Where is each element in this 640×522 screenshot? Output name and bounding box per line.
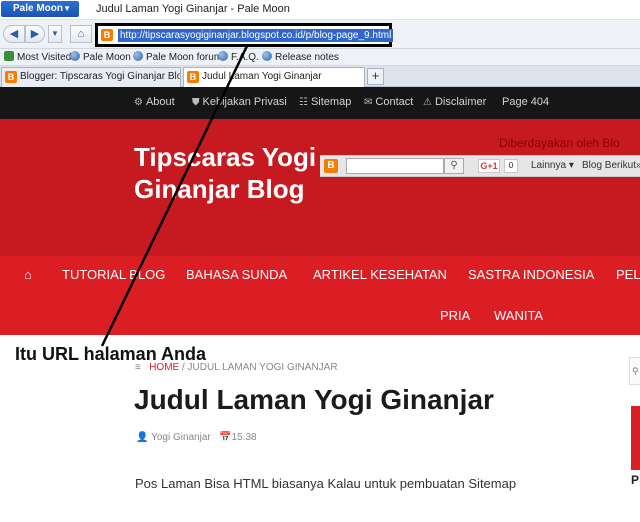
tab-judul-laman[interactable]: B Judul Laman Yogi Ginanjar <box>183 67 365 87</box>
gplus-button[interactable]: G+1 <box>478 159 500 173</box>
topnav-page404[interactable]: Page 404 <box>502 96 549 108</box>
dropdown-arrow-icon: ▼ <box>63 4 71 13</box>
topnav-sitemap[interactable]: ☷ Sitemap <box>299 96 351 108</box>
warning-icon: ⚠ <box>423 97 432 108</box>
bookmark-pale-moon[interactable]: Pale Moon <box>70 51 131 64</box>
nav-tutorial-blog[interactable]: TUTORIAL BLOG <box>62 267 165 282</box>
moon-icon <box>133 51 143 61</box>
new-tab-button[interactable]: + <box>367 68 384 85</box>
more-dropdown[interactable]: Lainnya ▾ <box>531 160 574 171</box>
annotation-caption: Itu URL halaman Anda <box>15 344 207 364</box>
bookmark-faq[interactable]: F.A.Q. <box>218 51 259 64</box>
post-time: 15.38 <box>231 432 257 443</box>
next-blog-link[interactable]: Blog Berikut» <box>582 160 640 171</box>
bookmark-release-notes[interactable]: Release notes <box>262 51 339 64</box>
app-menu-label: Pale Moon <box>13 3 64 14</box>
dropdown-arrow-icon: ▾ <box>568 160 574 171</box>
topnav-privacy[interactable]: ⛊ Kebijakan Privasi <box>192 96 287 108</box>
topnav-label: Kebijakan Privasi <box>202 96 287 108</box>
back-arrow-icon[interactable]: ◀ <box>3 25 25 43</box>
moon-icon <box>70 51 80 61</box>
topnav-contact[interactable]: ✉ Contact <box>364 96 413 108</box>
nav-sastra-indonesia[interactable]: SASTRA INDONESIA <box>468 267 594 282</box>
powered-prefix: Diberdayakan oleh <box>499 136 600 150</box>
page-title: Judul Laman Yogi Ginanjar <box>134 384 494 415</box>
topnav-label: Page 404 <box>502 96 550 108</box>
tab-label: Blogger: Tipscaras Yogi Ginanjar Blog... <box>20 71 181 82</box>
bookmark-label: Most Visited <box>17 52 72 63</box>
sidebar-widget <box>631 406 640 470</box>
post-paragraph: Pos Laman Bisa HTML biasanya Kalau untuk… <box>135 476 517 491</box>
powered-brand: Blo <box>602 136 620 150</box>
window-titlebar: Pale Moon ▼ Judul Laman Yogi Ginanjar - P… <box>0 0 640 20</box>
nav-wanita[interactable]: WANITA <box>494 308 543 323</box>
tab-label: Judul Laman Yogi Ginanjar <box>202 71 322 82</box>
topnav-label: Sitemap <box>310 96 352 108</box>
blogger-logo-icon[interactable]: B <box>324 159 338 173</box>
sidebar-search-icon[interactable]: ⚲ <box>629 357 640 385</box>
window-title: Judul Laman Yogi Ginanjar - Pale Moon <box>96 3 290 15</box>
history-dropdown-icon[interactable]: ▼ <box>48 25 62 43</box>
nav-bahasa-sunda[interactable]: BAHASA SUNDA <box>186 267 287 282</box>
topnav-about[interactable]: ⚙ About <box>134 96 175 108</box>
moon-icon <box>262 51 272 61</box>
bookmark-label: F.A.Q. <box>231 52 259 63</box>
tab-strip: B Blogger: Tipscaras Yogi Ginanjar Blog.… <box>0 66 640 87</box>
bookmark-most-visited[interactable]: Most Visited <box>4 51 71 64</box>
bookmark-label: Pale Moon <box>83 52 131 63</box>
gear-icon <box>4 51 14 61</box>
user-icon: 👤 <box>136 432 149 443</box>
sitemap-icon: ☷ <box>299 97 308 108</box>
topnav-label: Disclaimer <box>434 96 487 108</box>
bookmark-label: Release notes <box>275 52 339 63</box>
post-author[interactable]: Yogi Ginanjar <box>151 432 211 443</box>
blogger-navbar: B ⚲ G+1 0 Lainnya ▾ Blog Berikut» <box>320 155 640 177</box>
blogger-favicon-icon: B <box>5 71 17 83</box>
home-icon[interactable]: ⌂ <box>70 25 92 43</box>
topnav-disclaimer[interactable]: ⚠ Disclaimer <box>423 96 486 108</box>
powered-by[interactable]: Diberdayakan oleh Blo <box>499 136 620 150</box>
bookmark-label: Pale Moon forum <box>146 52 223 63</box>
page-root: Pale Moon ▼ Judul Laman Yogi Ginanjar - P… <box>0 0 640 522</box>
gplus-count: 0 <box>504 159 518 173</box>
app-menu-button[interactable]: Pale Moon ▼ <box>1 1 79 17</box>
nav-pria[interactable]: PRIA <box>440 308 470 323</box>
bookmark-pale-moon-forum[interactable]: Pale Moon forum <box>133 51 222 64</box>
blogger-favicon-icon: B <box>187 71 199 83</box>
gear-icon: ⚙ <box>134 97 143 108</box>
search-icon[interactable]: ⚲ <box>444 158 464 174</box>
shield-icon: ⛊ <box>192 97 200 108</box>
top-navigation: ⚙ About ⛊ Kebijakan Privasi ☷ Sitemap ✉ Cont… <box>0 87 640 119</box>
nav-pel[interactable]: PEL <box>616 267 640 282</box>
main-navigation: ⌂ TUTORIAL BLOG BAHASA SUNDA ARTIKEL KES… <box>0 256 640 335</box>
envelope-icon: ✉ <box>364 97 373 108</box>
blogger-favicon-icon: B <box>101 29 113 41</box>
blog-search-input[interactable] <box>346 158 444 174</box>
site-header: Tipscaras Yogi Ginanjar Blog Diberdayaka… <box>0 119 640 256</box>
calendar-icon: 📅 <box>219 432 232 443</box>
topnav-label: About <box>145 96 175 108</box>
forward-arrow-icon[interactable]: ▶ <box>25 25 45 43</box>
home-icon[interactable]: ⌂ <box>24 267 32 282</box>
url-text[interactable]: http://tipscarasyogiginanjar.blogspot.co… <box>118 29 394 42</box>
nav-artikel-kesehatan[interactable]: ARTIKEL KESEHATAN <box>313 267 447 282</box>
sidebar-letter: P <box>631 473 640 487</box>
tab-blogger[interactable]: B Blogger: Tipscaras Yogi Ginanjar Blog.… <box>1 67 181 87</box>
address-bar[interactable]: B http://tipscarasyogiginanjar.blogspot.… <box>95 23 394 47</box>
bookmarks-toolbar: Most Visited Pale Moon Pale Moon forum F… <box>0 49 640 66</box>
topnav-label: Contact <box>375 96 414 108</box>
moon-icon <box>218 51 228 61</box>
post-meta: 👤 Yogi Ginanjar 📅15.38 <box>136 432 257 443</box>
more-label: Lainnya <box>531 160 567 171</box>
site-title[interactable]: Tipscaras Yogi Ginanjar Blog <box>134 141 344 205</box>
